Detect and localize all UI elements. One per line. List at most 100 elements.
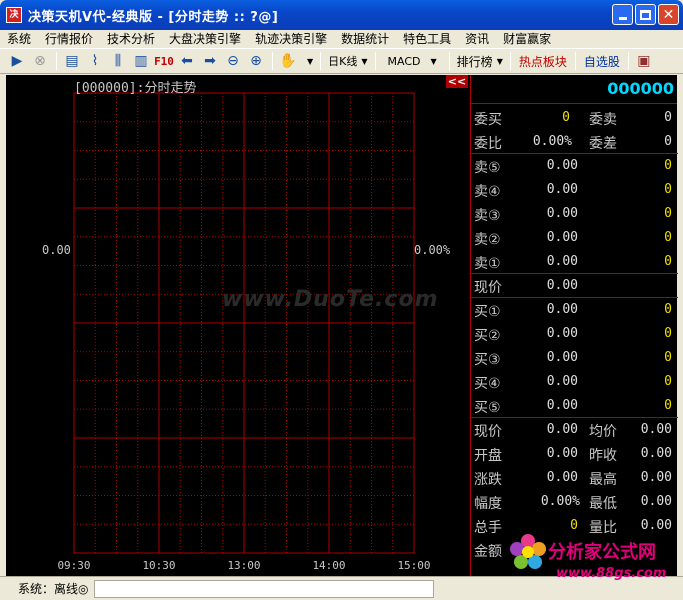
stat-label: 开盘	[474, 448, 502, 464]
menu-item-track-engine[interactable]: 轨迹决策引擎	[248, 30, 334, 47]
watchlist-button[interactable]: 自选股	[580, 53, 624, 70]
menu-item-wealth[interactable]: 财富赢家	[496, 30, 558, 47]
line-chart-icon[interactable]: ⌇	[84, 50, 106, 72]
bid-volume: 0	[664, 302, 672, 317]
toolbar-separator	[574, 52, 576, 70]
ask-volume: 0	[664, 254, 672, 269]
draw-tool-icon[interactable]: ✋	[277, 50, 299, 72]
ask-row[interactable]: 卖② 0.00 0	[471, 225, 678, 249]
ask-row[interactable]: 卖③ 0.00 0	[471, 201, 678, 225]
zoom-out-icon[interactable]: ⊖	[222, 50, 244, 72]
ask-volume: 0	[664, 206, 672, 221]
hot-sectors-button[interactable]: 热点板块	[515, 53, 571, 70]
ask-row[interactable]: 卖④ 0.00 0	[471, 177, 678, 201]
menu-item-news[interactable]: 资讯	[458, 30, 496, 47]
weisell-value: 0	[664, 110, 672, 125]
y-axis-left-label: 0.00	[42, 243, 71, 257]
weibi-value: 0.00%	[532, 134, 572, 149]
menu-item-technical[interactable]: 技术分析	[100, 30, 162, 47]
list-view-icon[interactable]: ▤	[61, 50, 83, 72]
stat-value: 0.00	[640, 470, 672, 485]
ask-volume: 0	[664, 158, 672, 173]
weicha-value: 0	[664, 134, 672, 149]
bid-row[interactable]: 买① 0.00 0	[471, 297, 678, 321]
quote-panel: 000000 委买 0 委卖 0 委比 0.00% 委差 0 卖⑤ 0.00 0…	[470, 75, 678, 576]
menu-item-system[interactable]: 系统	[0, 30, 38, 47]
minimize-button[interactable]	[612, 4, 633, 25]
zoom-in-icon[interactable]: ⊕	[245, 50, 267, 72]
maximize-button[interactable]	[635, 4, 656, 25]
window-title: 决策天机Ⅴ代-经典版 - [分时走势 :: ?@]	[28, 9, 279, 25]
ask-row[interactable]: 卖⑤ 0.00 0	[471, 153, 678, 177]
toolbar-separator	[448, 52, 450, 70]
ranking-dropdown[interactable]: 排行榜 ▼	[454, 51, 506, 71]
weisell-label: 委卖	[589, 112, 617, 128]
exit-icon[interactable]: ▣	[633, 50, 655, 72]
toolbar-separator	[509, 52, 511, 70]
current-price-label: 现价	[474, 280, 502, 296]
connection-status: 系统：离线◎	[18, 582, 89, 596]
toolbar-separator	[272, 52, 273, 70]
arrow-left-icon[interactable]: ⬅	[176, 50, 198, 72]
menu-item-market-engine[interactable]: 大盘决策引擎	[162, 30, 248, 47]
ask-price: 0.00	[546, 182, 578, 197]
weibi-row: 委比 0.00% 委差 0	[471, 129, 678, 153]
menu-item-statistics[interactable]: 数据统计	[334, 30, 396, 47]
f10-button[interactable]: F10	[153, 50, 175, 72]
x-tick-label: 15:00	[397, 559, 431, 572]
title-bar: 决 决策天机Ⅴ代-经典版 - [分时走势 :: ?@] ✕	[0, 0, 683, 30]
stats-row: 开盘 0.00 昨收 0.00	[471, 441, 678, 465]
stat-label: 最高	[589, 472, 617, 488]
status-message-box	[94, 579, 435, 598]
stock-code[interactable]: 000000	[607, 79, 674, 98]
play-icon[interactable]: ▶	[6, 50, 28, 72]
site-logo: 分析家公式网 www.88gs.com	[508, 528, 683, 600]
candlestick-icon[interactable]: ⫼	[107, 50, 129, 72]
bid-label: 买②	[474, 328, 501, 344]
chart-grid	[73, 92, 415, 554]
stats-row: 涨跌 0.00 最高 0.00	[471, 465, 678, 489]
ranking-dropdown-label: 排行榜	[456, 54, 493, 69]
bid-price: 0.00	[546, 326, 578, 341]
bid-row[interactable]: 买④ 0.00 0	[471, 369, 678, 393]
app-icon[interactable]: 决	[6, 7, 22, 23]
y-axis-right-label: 0.00%	[414, 243, 451, 257]
indicator-dropdown[interactable]: MACD ▼	[380, 51, 445, 71]
bid-label: 买⑤	[474, 400, 501, 416]
ask-label: 卖④	[474, 184, 501, 200]
bid-row[interactable]: 买② 0.00 0	[471, 321, 678, 345]
bid-price: 0.00	[546, 350, 578, 365]
bid-row[interactable]: 买③ 0.00 0	[471, 345, 678, 369]
stats-row: 幅度 0.00% 最低 0.00	[471, 489, 678, 513]
bid-price: 0.00	[546, 398, 578, 413]
stop-icon[interactable]: ⊗	[29, 50, 51, 72]
x-tick-label: 09:30	[57, 559, 91, 572]
ask-label: 卖②	[474, 232, 501, 248]
period-dropdown[interactable]: 日K线 ▼	[325, 51, 370, 71]
bid-volume: 0	[664, 326, 672, 341]
stat-label: 幅度	[474, 496, 502, 512]
draw-tool-dropdown-caret[interactable]: ▼	[300, 51, 316, 71]
x-tick-label: 14:00	[312, 559, 346, 572]
watermark-text: www.DuoTe.com	[222, 287, 439, 312]
stat-value: 0.00	[640, 446, 672, 461]
stat-label: 现价	[474, 424, 502, 440]
ask-price: 0.00	[546, 230, 578, 245]
intraday-chart[interactable]: [000000]:分时走势 << 0.00 0.00% www.DuoTe.co…	[6, 75, 470, 576]
toolbar-separator	[320, 52, 322, 70]
bid-row[interactable]: 买⑤ 0.00 0	[471, 393, 678, 417]
ask-label: 卖③	[474, 208, 501, 224]
menu-item-tools[interactable]: 特色工具	[396, 30, 458, 47]
bar-chart-icon[interactable]: ▥	[130, 50, 152, 72]
stat-value: 0.00	[640, 422, 672, 437]
stat-value: 0.00	[640, 494, 672, 509]
ask-row[interactable]: 卖① 0.00 0	[471, 249, 678, 273]
collapse-panel-button[interactable]: <<	[446, 75, 468, 88]
menu-bar: 系统 行情报价 技术分析 大盘决策引擎 轨迹决策引擎 数据统计 特色工具 资讯 …	[0, 30, 683, 47]
ask-volume: 0	[664, 182, 672, 197]
arrow-right-icon[interactable]: ➡	[199, 50, 221, 72]
close-button[interactable]: ✕	[658, 4, 679, 25]
close-icon: ✕	[662, 6, 675, 23]
menu-item-quotes[interactable]: 行情报价	[38, 30, 100, 47]
bid-price: 0.00	[546, 302, 578, 317]
